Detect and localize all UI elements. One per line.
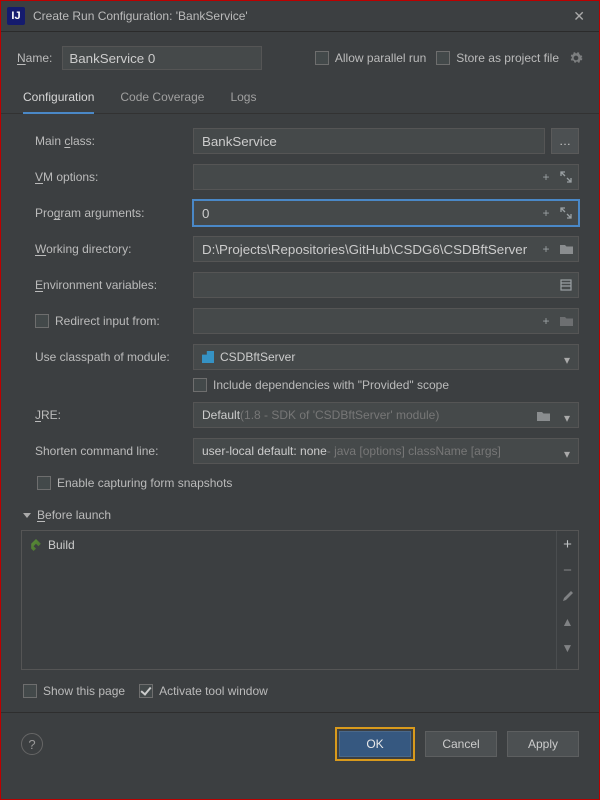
gear-icon[interactable] [569,51,583,65]
list-item[interactable]: Build [22,535,556,555]
add-icon[interactable]: + [561,537,575,551]
working-directory-input[interactable] [193,236,579,262]
build-label: Build [48,538,75,552]
titlebar: IJ Create Run Configuration: 'BankServic… [1,1,599,32]
enable-snapshots-label: Enable capturing form snapshots [57,476,232,490]
checkbox-icon [315,51,329,65]
classpath-select[interactable]: CSDBftServer ▾ [193,344,579,370]
jre-value: Default [202,408,240,422]
main-class-label: Main class: [35,134,185,148]
app-icon: IJ [7,7,25,25]
name-input[interactable] [62,46,262,70]
plus-icon[interactable]: + [539,206,553,220]
configuration-form: Main class: … VM options: + Program argu… [1,114,599,500]
plus-icon[interactable]: + [539,242,553,256]
store-project-checkbox[interactable]: Store as project file [436,51,559,65]
tab-logs[interactable]: Logs [230,84,256,113]
vm-options-input[interactable] [193,164,579,190]
chevron-down-icon [23,513,31,518]
folder-icon [559,314,573,328]
include-deps-checkbox[interactable]: Include dependencies with "Provided" sco… [193,378,579,392]
redirect-input-checkbox[interactable]: Redirect input from: [35,314,185,328]
checkbox-icon [193,378,207,392]
module-icon [202,351,214,363]
jre-label: JRE: [35,408,185,422]
program-arguments-label: Program arguments: [35,206,185,220]
shorten-value: user-local default: none [202,444,327,458]
vm-options-label: VM options: [35,170,185,184]
include-deps-label: Include dependencies with "Provided" sco… [213,378,449,392]
jre-select[interactable]: Default (1.8 - SDK of 'CSDBftServer' mod… [193,402,579,428]
tabs: Configuration Code Coverage Logs [1,80,599,114]
classpath-label: Use classpath of module: [35,350,185,364]
store-project-label: Store as project file [456,51,559,65]
jre-hint: (1.8 - SDK of 'CSDBftServer' module) [240,408,439,422]
checkbox-icon [436,51,450,65]
checkbox-icon [35,314,49,328]
move-down-icon: ▼ [561,641,575,655]
remove-icon: − [561,563,575,577]
close-icon[interactable]: ✕ [569,8,589,25]
apply-button[interactable]: Apply [507,731,579,757]
expand-icon[interactable] [559,170,573,184]
help-button[interactable]: ? [21,733,43,755]
environment-variables-input[interactable] [193,272,579,298]
shorten-hint: - java [options] className [args] [327,444,501,458]
before-launch-list: Build + − ▲ ▼ [21,530,579,670]
plus-icon: + [539,314,553,328]
activate-tool-window-label: Activate tool window [159,684,268,698]
name-row: Name: Allow parallel run Store as projec… [1,32,599,80]
show-this-page-checkbox[interactable]: Show this page [23,684,125,698]
expand-icon[interactable] [559,206,573,220]
before-launch-toolbar: + − ▲ ▼ [556,531,578,669]
checkbox-icon [139,684,153,698]
cancel-button[interactable]: Cancel [425,731,497,757]
footer: ? OK Cancel Apply [1,712,599,777]
program-arguments-input[interactable] [193,200,579,226]
list-icon[interactable] [559,278,573,292]
shorten-select[interactable]: user-local default: none - java [options… [193,438,579,464]
redirect-input-field [193,308,579,334]
checkbox-icon [23,684,37,698]
bottom-options: Show this page Activate tool window [1,674,599,706]
folder-icon[interactable] [536,409,550,423]
plus-icon[interactable]: + [539,170,553,184]
tab-configuration[interactable]: Configuration [23,84,94,114]
window-title: Create Run Configuration: 'BankService' [33,9,569,23]
folder-icon[interactable] [559,242,573,256]
checkbox-icon [37,476,51,490]
ok-highlight: OK [335,727,415,761]
enable-snapshots-checkbox[interactable]: Enable capturing form snapshots [37,476,579,490]
activate-tool-window-checkbox[interactable]: Activate tool window [139,684,268,698]
shorten-label: Shorten command line: [35,444,185,458]
before-launch-label: Before launch [37,508,111,522]
tab-code-coverage[interactable]: Code Coverage [120,84,204,113]
classpath-value: CSDBftServer [220,350,295,364]
chevron-down-icon: ▾ [564,411,570,425]
browse-main-class-button[interactable]: … [551,128,579,154]
environment-variables-label: Environment variables: [35,278,185,292]
allow-parallel-checkbox[interactable]: Allow parallel run [315,51,426,65]
name-label: Name: [17,51,52,65]
build-icon [30,539,42,551]
ok-button[interactable]: OK [339,731,411,757]
main-class-input[interactable] [193,128,545,154]
edit-icon [561,589,575,603]
chevron-down-icon: ▾ [564,353,570,367]
before-launch-header[interactable]: Before launch [1,500,599,528]
chevron-down-icon: ▾ [564,447,570,461]
redirect-input-label: Redirect input from: [55,314,160,328]
move-up-icon: ▲ [561,615,575,629]
working-directory-label: Working directory: [35,242,185,256]
allow-parallel-label: Allow parallel run [335,51,426,65]
show-this-page-label: Show this page [43,684,125,698]
